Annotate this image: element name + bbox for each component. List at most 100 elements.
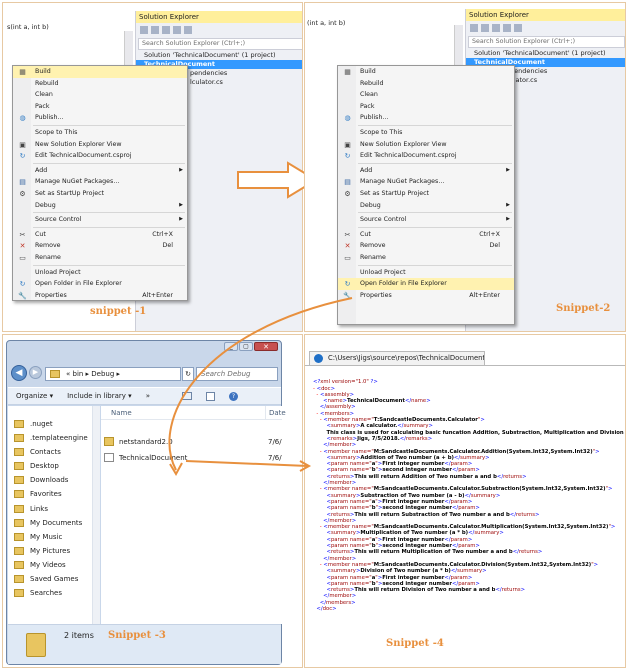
nav-item[interactable]: Favorites — [8, 487, 99, 501]
sync-icon[interactable] — [151, 26, 159, 34]
menu-item-build[interactable]: ▦ Build — [13, 66, 187, 78]
file-row[interactable]: TechnicalDocument 7/6/ — [101, 450, 282, 466]
column-date[interactable]: Date — [265, 406, 286, 420]
properties-icon[interactable] — [184, 26, 192, 34]
menu-item-label: Set as StartUp Project — [360, 189, 430, 197]
view-icon[interactable] — [181, 392, 192, 400]
browser-tab[interactable]: C:\Users\Jigs\source\repos\TechnicalDocu… — [309, 351, 485, 365]
file-row[interactable]: netstandard2.0 7/6/ — [101, 434, 282, 450]
menu-item-set-as-startup-project[interactable]: ⚙ Set as StartUp Project — [13, 188, 187, 200]
menu-item-cut[interactable]: ✂ Cut Ctrl+X — [13, 229, 187, 241]
menu-item-pack[interactable]: Pack — [13, 101, 187, 113]
menu-item-unload-project[interactable]: Unload Project — [338, 267, 514, 279]
address-bar[interactable]: « bin ▸ Debug ▸ — [45, 367, 181, 381]
menu-item-clean[interactable]: Clean — [13, 89, 187, 101]
nav-item[interactable]: My Pictures — [8, 544, 99, 558]
refresh-icon[interactable] — [492, 24, 500, 32]
minimize-button[interactable]: _ — [224, 342, 238, 351]
nav-item[interactable]: .templateengine — [8, 431, 99, 445]
toolbar: Organize ▾ Include in library ▾ » ? — [8, 387, 281, 405]
menu-item-publish[interactable]: ◍ Publish... — [338, 112, 514, 124]
menu-item-pack[interactable]: Pack — [338, 101, 514, 113]
properties-icon[interactable] — [514, 24, 522, 32]
back-button[interactable]: ◀ — [11, 365, 27, 381]
xml-line: - <member name="M:SandcastleDocuments.Ca… — [319, 486, 613, 493]
menu-item-edit-technicaldocument-csproj[interactable]: ↻ Edit TechnicalDocument.csproj — [338, 150, 514, 162]
menu-item-source-control[interactable]: Source Control ▶ — [13, 214, 187, 226]
menu-item-scope-to-this[interactable]: Scope to This — [13, 127, 187, 139]
nav-item[interactable]: Saved Games — [8, 572, 99, 586]
menu-item-remove[interactable]: ✕ Remove Del — [338, 240, 514, 252]
menu-item-cut[interactable]: ✂ Cut Ctrl+X — [338, 229, 514, 241]
menu-item-open-folder-in-file-explorer[interactable]: ↻ Open Folder in File Explorer — [338, 278, 514, 290]
nav-item-label: .templateengine — [30, 434, 88, 443]
nav-item[interactable]: .nuget — [8, 417, 99, 431]
menu-item-manage-nuget-packages[interactable]: ▤ Manage NuGet Packages... — [13, 176, 187, 188]
menu-item-label: Rename — [35, 253, 61, 261]
menu-item-rename[interactable]: ▭ Rename — [13, 252, 187, 264]
nav-item[interactable]: Downloads — [8, 473, 99, 487]
refresh-button[interactable]: ↻ — [182, 367, 194, 381]
menu-item-set-as-startup-project[interactable]: ⚙ Set as StartUp Project — [338, 188, 514, 200]
menu-item-scope-to-this[interactable]: Scope to This — [338, 127, 514, 139]
file-date: 7/6/ — [268, 454, 282, 462]
context-menu: ▦ Build Rebuild Clean Pack ◍ Publish... Scope t… — [337, 65, 515, 325]
home-icon[interactable] — [140, 26, 148, 34]
wrench-icon: 🔧 — [18, 291, 27, 300]
menu-item-label: Cut — [360, 230, 371, 238]
folder-icon — [14, 532, 24, 541]
collapse-icon[interactable] — [503, 24, 511, 32]
refresh-icon[interactable] — [162, 26, 170, 34]
menu-item-manage-nuget-packages[interactable]: ▤ Manage NuGet Packages... — [338, 176, 514, 188]
xml-line: </members> — [319, 599, 356, 606]
nav-item[interactable]: Searches — [8, 586, 99, 600]
menu-item-edit-technicaldocument-csproj[interactable]: ↻ Edit TechnicalDocument.csproj — [13, 150, 187, 162]
nav-item[interactable]: My Documents — [8, 516, 99, 530]
menu-item-rebuild[interactable]: Rebuild — [13, 78, 187, 90]
folder-icon — [14, 589, 24, 598]
menu-item-clean[interactable]: Clean — [338, 89, 514, 101]
nav-scrollbar[interactable] — [92, 406, 100, 624]
nav-item[interactable]: Contacts — [8, 445, 99, 459]
menu-item-new-solution-explorer-view[interactable]: ▣ New Solution Explorer View — [338, 139, 514, 151]
menu-item-debug[interactable]: Debug ▶ — [338, 200, 514, 212]
menu-item-add[interactable]: Add ▶ — [13, 165, 187, 177]
include-in-library-button[interactable]: Include in library ▾ — [67, 392, 132, 400]
solution-node[interactable]: Solution 'TechnicalDocument' (1 project) — [466, 49, 625, 58]
sync-icon[interactable] — [481, 24, 489, 32]
menu-item-rename[interactable]: ▭ Rename — [338, 252, 514, 264]
menu-item-debug[interactable]: Debug ▶ — [13, 200, 187, 212]
menu-item-open-folder-in-file-explorer[interactable]: ↻ Open Folder in File Explorer — [13, 278, 187, 290]
preview-pane-icon[interactable] — [205, 391, 215, 401]
menu-item-source-control[interactable]: Source Control ▶ — [338, 214, 514, 226]
collapse-icon[interactable] — [173, 26, 181, 34]
solution-explorer-search[interactable]: Search Solution Explorer (Ctrl+;) — [468, 36, 625, 48]
menu-item-remove[interactable]: ✕ Remove Del — [13, 240, 187, 252]
nav-item[interactable]: My Videos — [8, 558, 99, 572]
menu-item-build[interactable]: ▦ Build — [338, 66, 514, 78]
menu-item-publish[interactable]: ◍ Publish... — [13, 112, 187, 124]
organize-button[interactable]: Organize ▾ — [16, 392, 53, 400]
nav-item[interactable]: Desktop — [8, 459, 99, 473]
more-button[interactable]: » — [146, 392, 150, 400]
menu-item-new-solution-explorer-view[interactable]: ▣ New Solution Explorer View — [13, 139, 187, 151]
menu-item-add[interactable]: Add ▶ — [338, 165, 514, 177]
search-input[interactable]: Search Debug — [196, 367, 278, 381]
menu-item-unload-project[interactable]: Unload Project — [13, 267, 187, 279]
nav-item[interactable]: Links — [8, 502, 99, 516]
column-name[interactable]: Name — [111, 406, 132, 420]
forward-button[interactable]: ▶ — [29, 366, 42, 379]
build-icon: ▦ — [344, 68, 351, 76]
menu-item-properties[interactable]: 🔧 Properties Alt+Enter — [338, 290, 514, 302]
close-button[interactable]: ✕ — [254, 342, 278, 351]
menu-item-rebuild[interactable]: Rebuild — [338, 78, 514, 90]
solution-node[interactable]: Solution 'TechnicalDocument' (1 project) — [136, 51, 302, 60]
menu-item-properties[interactable]: 🔧 Properties Alt+Enter — [13, 290, 187, 302]
home-icon[interactable] — [470, 24, 478, 32]
solution-explorer-search[interactable]: Search Solution Explorer (Ctrl+;) — [138, 38, 302, 50]
menu-item-label: Scope to This — [35, 128, 78, 136]
xml-line: <name>TechnicalDocument</name> — [323, 398, 431, 405]
nav-item[interactable]: My Music — [8, 530, 99, 544]
maximize-button[interactable]: ▢ — [239, 342, 253, 351]
help-icon[interactable]: ? — [228, 391, 238, 401]
